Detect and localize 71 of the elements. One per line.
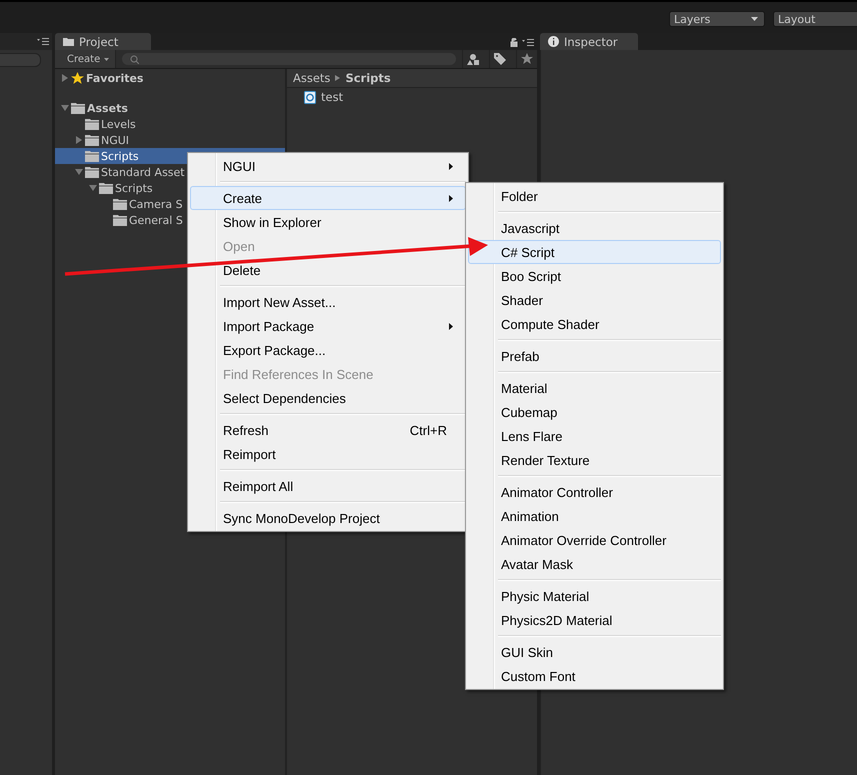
folder-icon <box>71 102 85 114</box>
search-field[interactable] <box>122 53 456 65</box>
menu-item[interactable]: Select Dependencies <box>190 386 466 410</box>
project-tab[interactable]: Project <box>55 33 151 50</box>
caret-icon <box>104 58 110 60</box>
tree-item[interactable]: Levels <box>55 116 285 132</box>
menu-item[interactable]: Delete <box>190 258 466 282</box>
menu-item[interactable]: Render Texture <box>468 448 721 472</box>
menu-item[interactable]: Folder <box>468 184 721 208</box>
menu-item[interactable]: Physic Material <box>468 584 721 608</box>
menu-item[interactable]: Refresh Ctrl+R <box>190 418 466 442</box>
menu-item[interactable]: Import New Asset... <box>190 290 466 314</box>
chevron-icon <box>335 75 340 81</box>
breadcrumb-item[interactable]: Scripts <box>345 71 391 85</box>
folder-icon <box>85 118 99 130</box>
menu-item[interactable]: Sync MonoDevelop Project <box>190 506 466 530</box>
inspector-tab[interactable]: Inspector <box>540 33 638 50</box>
file-item[interactable]: test <box>287 88 537 104</box>
search-field[interactable] <box>0 53 41 67</box>
menu-item[interactable]: Animator Override Controller <box>468 528 721 552</box>
menu-item[interactable]: GUI Skin <box>468 640 721 664</box>
menu-item[interactable]: Create <box>190 186 466 210</box>
menu-item[interactable]: Animator Controller <box>468 480 721 504</box>
expand-arrow-icon[interactable] <box>75 136 83 144</box>
breadcrumb-item[interactable]: Assets <box>293 71 330 85</box>
folder-icon <box>85 134 99 146</box>
menu-item[interactable]: Reimport <box>190 442 466 466</box>
expand-arrow-icon[interactable] <box>89 184 97 192</box>
menu-item[interactable]: Boo Script <box>468 264 721 288</box>
expand-arrow-icon[interactable] <box>61 74 69 82</box>
menu-item[interactable]: Import Package <box>190 314 466 338</box>
menu-item[interactable]: Javascript <box>468 216 721 240</box>
expand-arrow-icon[interactable] <box>61 104 69 112</box>
menu-item[interactable]: Lens Flare <box>468 424 721 448</box>
dropdown[interactable]: Layout <box>773 11 857 27</box>
menu-item[interactable]: Prefab <box>468 344 721 368</box>
menu-icon[interactable] <box>522 39 534 46</box>
folder-icon <box>63 38 74 46</box>
menu-item[interactable]: Avatar Mask <box>468 552 721 576</box>
tree-item[interactable]: Assets <box>55 100 285 116</box>
expand-arrow-icon[interactable] <box>75 168 83 176</box>
menu-item[interactable]: Compute Shader <box>468 312 721 336</box>
menu-item[interactable]: C# Script <box>468 240 721 264</box>
menu-icon[interactable] <box>37 38 49 45</box>
script-file-icon <box>304 90 316 104</box>
folder-icon <box>113 198 127 210</box>
lock-icon[interactable] <box>510 38 518 47</box>
tag-icon <box>494 53 506 65</box>
folder-icon <box>99 182 113 194</box>
folder-icon <box>85 166 99 178</box>
info-icon <box>548 36 559 47</box>
menu-item[interactable]: Shader <box>468 288 721 312</box>
menu-item[interactable]: Custom Font <box>468 664 721 688</box>
folder-icon <box>85 150 99 162</box>
tree-item[interactable]: NGUI <box>55 132 285 148</box>
menu-item[interactable]: Cubemap <box>468 400 721 424</box>
dropdown[interactable]: Layers <box>669 11 765 27</box>
folder-icon <box>113 214 127 226</box>
create-dropdown[interactable]: Create <box>55 50 116 68</box>
search-icon <box>130 54 140 64</box>
menu-item[interactable]: Animation <box>468 504 721 528</box>
shapes-icon <box>467 54 479 64</box>
menu-item[interactable]: Physics2D Material <box>468 608 721 632</box>
menu-item[interactable]: Export Package... <box>190 338 466 362</box>
star-icon <box>521 53 533 65</box>
menu-item[interactable]: Material <box>468 376 721 400</box>
caret-icon <box>751 17 758 21</box>
menu-item[interactable]: Show in Explorer <box>190 210 466 234</box>
tree-item[interactable]: Favorites <box>55 70 285 86</box>
menu-item[interactable]: Reimport All <box>190 474 466 498</box>
star-icon <box>71 72 84 84</box>
